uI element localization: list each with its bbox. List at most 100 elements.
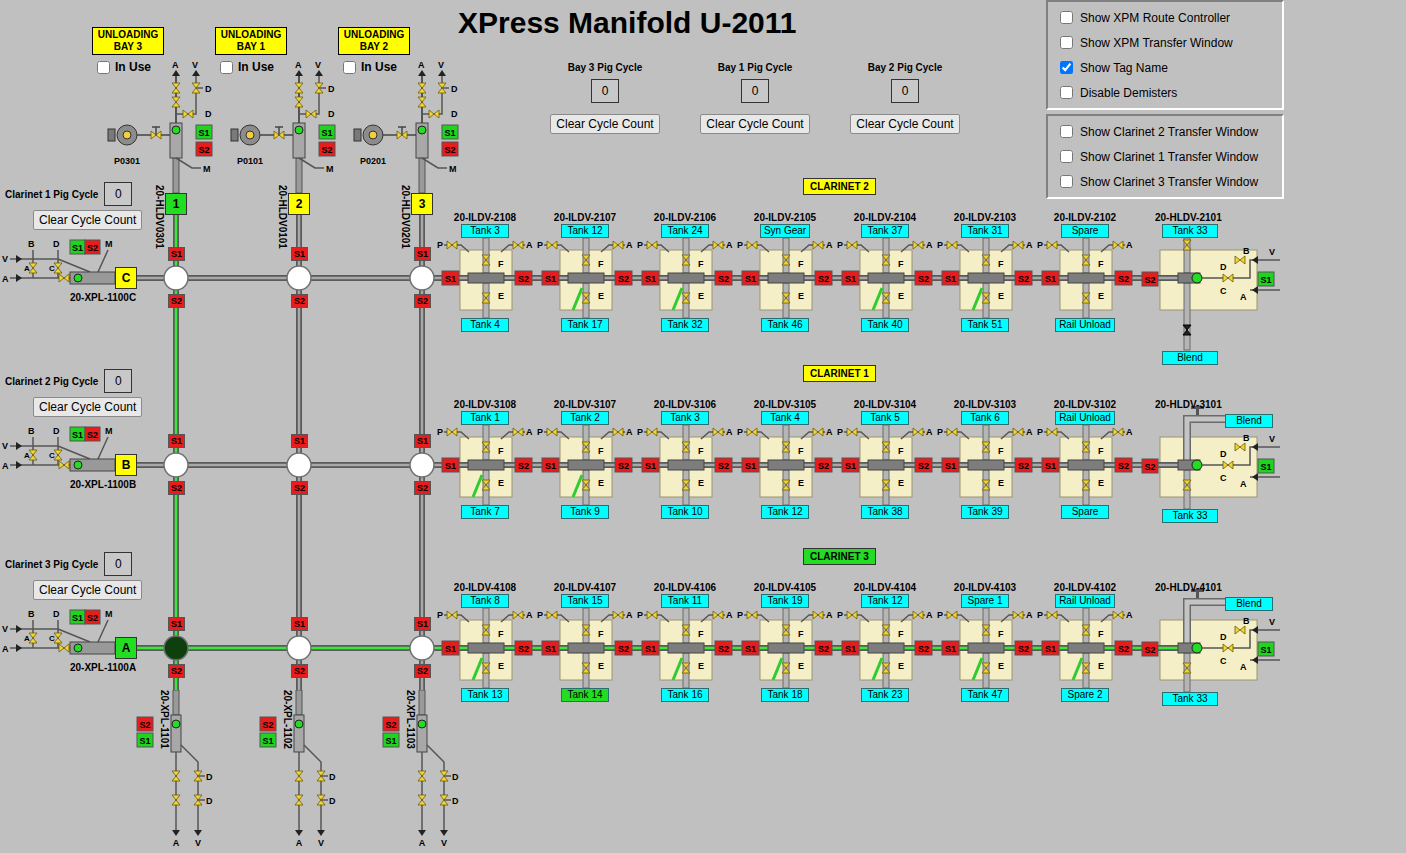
valve-icon[interactable] — [54, 263, 62, 273]
valve-icon[interactable] — [682, 255, 690, 265]
clear-cycle-count-button[interactable]: Clear Cycle Count — [550, 114, 659, 134]
checkbox[interactable] — [1060, 86, 1073, 99]
valve-icon[interactable] — [782, 255, 790, 265]
valve-icon[interactable] — [1047, 428, 1057, 436]
valve-icon[interactable] — [747, 241, 757, 249]
tank-button[interactable]: Tank 10 — [661, 505, 709, 519]
tank-button[interactable]: Syn Gear — [760, 224, 810, 238]
valve-icon[interactable] — [59, 644, 69, 652]
valve-icon[interactable] — [782, 480, 790, 490]
valve-icon[interactable] — [882, 293, 890, 303]
tank-button[interactable]: Tank 11 — [661, 594, 709, 608]
valve-icon[interactable] — [295, 795, 303, 805]
valve-icon[interactable] — [613, 611, 623, 619]
tank-button[interactable]: Tank 51 — [961, 318, 1009, 332]
launcher-body[interactable] — [70, 642, 115, 654]
checkbox[interactable] — [1060, 11, 1073, 24]
valve-icon[interactable] — [1113, 241, 1123, 249]
line-valve[interactable]: 20-ILDV-4106Tank 11PAFES1S2Tank 16 — [635, 582, 735, 702]
valve-icon[interactable] — [647, 611, 657, 619]
tank-button[interactable]: Tank 4 — [461, 318, 509, 332]
line-valve[interactable]: 20-ILDV-2107Tank 12PAFES1S2Tank 17 — [535, 212, 635, 332]
valve-icon[interactable] — [29, 633, 37, 643]
line-valve[interactable]: 20-ILDV-3107Tank 2PAFES1S2Tank 9 — [535, 399, 635, 519]
valve-icon[interactable] — [397, 131, 407, 139]
valve-icon[interactable] — [418, 795, 426, 805]
tank-button[interactable]: Tank 18 — [761, 688, 809, 702]
valve-icon[interactable] — [513, 611, 523, 619]
line-valve[interactable]: 20-ILDV-2108Tank 3PAFES1S2Tank 4 — [435, 212, 535, 332]
valve-icon[interactable] — [913, 241, 923, 249]
valve-icon[interactable] — [1235, 626, 1245, 634]
valve-icon[interactable] — [813, 428, 823, 436]
valve-body[interactable] — [416, 123, 428, 158]
tank-button[interactable]: Spare — [1061, 505, 1109, 519]
line-valve[interactable]: 20-ILDV-4108Tank 8PAFES1S2Tank 13 — [435, 582, 535, 702]
valve-icon[interactable] — [183, 110, 193, 118]
checkbox[interactable] — [97, 61, 110, 74]
valve-icon[interactable] — [847, 611, 857, 619]
cross-valve-node[interactable] — [287, 636, 311, 660]
valve-icon[interactable] — [782, 293, 790, 303]
line-valve[interactable]: 20-ILDV-4107Tank 15PAFES1S2Tank 14 — [535, 582, 635, 702]
valve-icon[interactable] — [482, 625, 490, 635]
checkbox[interactable] — [1060, 125, 1073, 138]
valve-icon[interactable] — [438, 83, 446, 93]
valve-icon[interactable] — [847, 241, 857, 249]
valve-icon[interactable] — [982, 663, 990, 673]
valve-icon[interactable] — [482, 663, 490, 673]
line-valve[interactable]: 20-ILDV-2103Tank 31PAFES1S2Tank 51 — [935, 212, 1035, 332]
valve-icon[interactable] — [682, 442, 690, 452]
valve-icon[interactable] — [447, 428, 457, 436]
valve-icon[interactable] — [547, 241, 557, 249]
valve-icon[interactable] — [582, 663, 590, 673]
line-valve[interactable]: 20-ILDV-3106Tank 3PAFES1S2Tank 10 — [635, 399, 735, 519]
tank-button[interactable]: Tank 33 — [1162, 509, 1218, 523]
valve-icon[interactable] — [194, 771, 202, 781]
valve-icon[interactable] — [1235, 443, 1245, 451]
valve-icon[interactable] — [913, 428, 923, 436]
valve-icon[interactable] — [1223, 644, 1233, 652]
cross-valve-node[interactable] — [164, 266, 188, 290]
tank-button[interactable]: Tank 6 — [961, 411, 1009, 425]
checkbox[interactable] — [1060, 61, 1073, 74]
valve-icon[interactable] — [482, 293, 490, 303]
valve-icon[interactable] — [513, 241, 523, 249]
tank-button[interactable]: Rail Unload — [1055, 318, 1115, 332]
valve-icon[interactable] — [172, 83, 180, 93]
in-use-checkbox[interactable]: In Use — [343, 60, 397, 74]
valve-icon[interactable] — [440, 795, 448, 805]
cross-valve-node[interactable] — [410, 636, 434, 660]
tank-button[interactable]: Tank 14 — [561, 688, 609, 702]
option-checkbox[interactable]: Show Tag Name — [1060, 55, 1276, 80]
tank-button[interactable]: Tank 1 — [461, 411, 509, 425]
valve-icon[interactable] — [982, 480, 990, 490]
launcher-body[interactable] — [70, 459, 115, 471]
valve-icon[interactable] — [1082, 442, 1090, 452]
valve-icon[interactable] — [1047, 611, 1057, 619]
tank-button[interactable]: Tank 47 — [961, 688, 1009, 702]
valve-icon[interactable] — [447, 241, 457, 249]
valve-icon[interactable] — [1082, 293, 1090, 303]
line-valve[interactable]: 20-ILDV-3103Tank 6PAFES1S2Tank 39 — [935, 399, 1035, 519]
valve-icon[interactable] — [295, 83, 303, 93]
valve-icon[interactable] — [1235, 256, 1245, 264]
tank-button[interactable]: Tank 17 — [561, 318, 609, 332]
tank-button[interactable]: Tank 3 — [661, 411, 709, 425]
valve-icon[interactable] — [847, 428, 857, 436]
checkbox[interactable] — [1060, 150, 1073, 163]
tank-button[interactable]: Tank 39 — [961, 505, 1009, 519]
tank-button[interactable]: Tank 24 — [661, 224, 709, 238]
clear-cycle-count-button[interactable]: Clear Cycle Count — [850, 114, 959, 134]
valve-icon[interactable] — [29, 263, 37, 273]
valve-icon[interactable] — [317, 771, 325, 781]
valve-icon[interactable] — [613, 241, 623, 249]
checkbox[interactable] — [343, 61, 356, 74]
line-valve[interactable]: 20-ILDV-4103Spare 1PAFES1S2Tank 47 — [935, 582, 1035, 702]
valve-icon[interactable] — [1082, 663, 1090, 673]
valve-icon[interactable] — [1013, 428, 1023, 436]
header-valve[interactable]: DCBAVS2S120-HLDV-4101BlendTank 33 — [1140, 582, 1280, 742]
valve-icon[interactable] — [295, 771, 303, 781]
valve-icon[interactable] — [1183, 480, 1191, 490]
valve-icon[interactable] — [482, 480, 490, 490]
